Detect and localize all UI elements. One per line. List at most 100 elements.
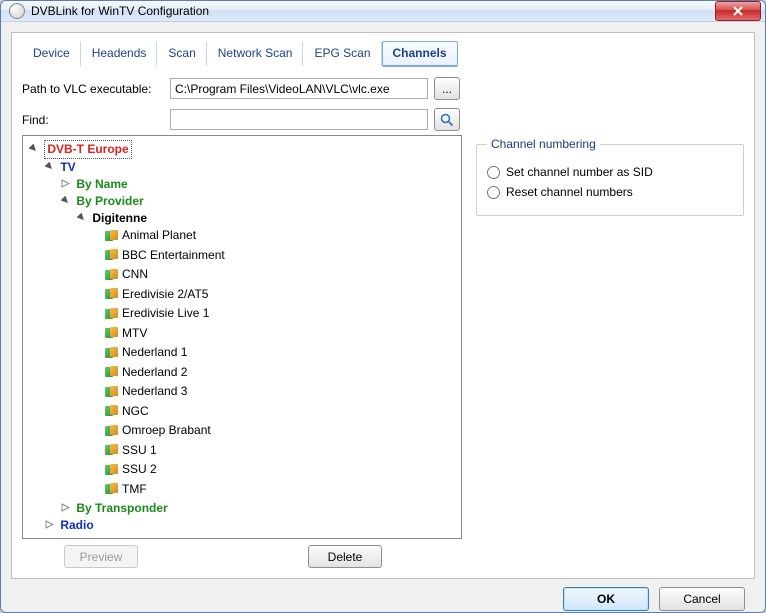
spacer — [91, 407, 103, 417]
channel-label: NGC — [122, 403, 149, 420]
channel-icon — [105, 347, 119, 359]
channel-label: Eredivisie 2/AT5 — [122, 286, 208, 303]
tree-digitenne[interactable]: Digitenne Animal PlanetBBC Entertainment… — [75, 210, 457, 500]
content-row: DVB-T Europe TV By Name — [22, 135, 744, 568]
dialog-footer: OK Cancel — [11, 579, 755, 613]
spacer — [91, 290, 103, 300]
channel-icon — [105, 425, 119, 437]
tree-channel[interactable]: Animal Planet — [91, 227, 457, 247]
channel-icon — [105, 249, 119, 261]
channel-numbering-group: Channel numbering Set channel number as … — [476, 137, 744, 216]
browse-button[interactable]: ... — [434, 77, 460, 100]
tree-channel[interactable]: MTV — [91, 325, 457, 345]
channel-label: TMF — [122, 481, 147, 498]
channel-icon — [105, 405, 119, 417]
tab-network-scan[interactable]: Network Scan — [207, 41, 304, 67]
tree-by-transponder[interactable]: By Transponder — [59, 500, 457, 517]
find-label: Find: — [22, 113, 164, 127]
spacer — [91, 485, 103, 495]
close-button[interactable] — [715, 1, 761, 21]
tab-channels[interactable]: Channels — [382, 41, 458, 67]
tree-channel[interactable]: CNN — [91, 266, 457, 286]
expander-icon[interactable] — [75, 213, 87, 223]
titlebar[interactable]: DVBLink for WinTV Configuration — [1, 1, 765, 22]
vlc-row: Path to VLC executable: ... — [22, 77, 744, 100]
vlc-path-input[interactable] — [170, 78, 428, 99]
right-column: Channel numbering Set channel number as … — [476, 135, 744, 568]
expander-icon[interactable] — [59, 503, 71, 513]
tab-headends[interactable]: Headends — [81, 41, 158, 67]
channel-label: Omroep Brabant — [122, 422, 211, 439]
channel-label: SSU 2 — [122, 461, 157, 478]
expander-icon[interactable] — [59, 179, 71, 189]
tree-channel[interactable]: Nederland 1 — [91, 344, 457, 364]
tree-radio[interactable]: Radio — [43, 517, 457, 534]
expander-icon[interactable] — [43, 162, 55, 172]
channel-label: BBC Entertainment — [122, 247, 225, 264]
spacer — [91, 232, 103, 242]
channel-label: Nederland 2 — [122, 364, 187, 381]
channel-label: Nederland 1 — [122, 344, 187, 361]
tree-channel[interactable]: SSU 2 — [91, 461, 457, 481]
radio-sid-input[interactable] — [487, 166, 500, 179]
tab-device[interactable]: Device — [22, 41, 81, 67]
spacer — [91, 446, 103, 456]
spacer — [91, 329, 103, 339]
channel-icon — [105, 308, 119, 320]
tree-channel[interactable]: TMF — [91, 481, 457, 501]
cancel-button[interactable]: Cancel — [659, 587, 745, 611]
group-legend: Channel numbering — [487, 137, 600, 151]
tree-by-name[interactable]: By Name — [59, 176, 457, 193]
find-input[interactable] — [170, 109, 428, 130]
browse-label: ... — [442, 82, 452, 96]
channel-icon — [105, 444, 119, 456]
preview-button: Preview — [64, 545, 138, 568]
tree-tv[interactable]: TV By Name B — [43, 159, 457, 517]
tab-strip: Device Headends Scan Network Scan EPG Sc… — [22, 41, 744, 67]
tab-scan[interactable]: Scan — [157, 41, 206, 67]
spacer — [91, 466, 103, 476]
tree-by-provider[interactable]: By Provider Digitenne Animal PlanetBBC E… — [59, 193, 457, 500]
spacer — [91, 388, 103, 398]
tree-channel[interactable]: Nederland 2 — [91, 364, 457, 384]
tree-tv-label: TV — [60, 159, 75, 176]
channel-icon — [105, 230, 119, 242]
vlc-label: Path to VLC executable: — [22, 82, 164, 96]
tree-channel[interactable]: NGC — [91, 403, 457, 423]
tree-channel[interactable]: BBC Entertainment — [91, 247, 457, 267]
ok-button[interactable]: OK — [563, 587, 649, 611]
radio-sid[interactable]: Set channel number as SID — [487, 165, 733, 179]
tree-channel[interactable]: Eredivisie 2/AT5 — [91, 286, 457, 306]
radio-reset-input[interactable] — [487, 186, 500, 199]
tree-actions: Preview Delete — [22, 545, 462, 568]
inner-panel: Device Headends Scan Network Scan EPG Sc… — [11, 32, 755, 579]
tab-epg-scan[interactable]: EPG Scan — [303, 41, 381, 67]
spacer — [91, 349, 103, 359]
tree-channel[interactable]: Omroep Brabant — [91, 422, 457, 442]
client-area: Device Headends Scan Network Scan EPG Sc… — [1, 22, 765, 613]
radio-reset[interactable]: Reset channel numbers — [487, 185, 733, 199]
expander-icon[interactable] — [27, 144, 39, 154]
tree-channel[interactable]: Nederland 3 — [91, 383, 457, 403]
tree-channel[interactable]: SSU 1 — [91, 442, 457, 462]
channel-icon — [105, 366, 119, 378]
tree-channel[interactable]: Eredivisie Live 1 — [91, 305, 457, 325]
radio-reset-label: Reset channel numbers — [506, 185, 633, 199]
tree-by-provider-label: By Provider — [76, 193, 143, 210]
find-button[interactable] — [434, 108, 460, 131]
find-row: Find: — [22, 108, 744, 131]
app-icon — [9, 3, 25, 19]
expander-icon[interactable] — [59, 196, 71, 206]
channel-label: Eredivisie Live 1 — [122, 305, 209, 322]
channel-tree[interactable]: DVB-T Europe TV By Name — [22, 135, 462, 539]
channel-icon — [105, 464, 119, 476]
delete-button[interactable]: Delete — [308, 545, 382, 568]
tree-root[interactable]: DVB-T Europe TV By Name — [27, 140, 457, 534]
spacer — [91, 310, 103, 320]
tree-by-name-label: By Name — [76, 176, 127, 193]
left-column: DVB-T Europe TV By Name — [22, 135, 462, 568]
expander-icon[interactable] — [43, 520, 55, 530]
channel-label: SSU 1 — [122, 442, 157, 459]
channel-icon — [105, 386, 119, 398]
radio-sid-label: Set channel number as SID — [506, 165, 653, 179]
